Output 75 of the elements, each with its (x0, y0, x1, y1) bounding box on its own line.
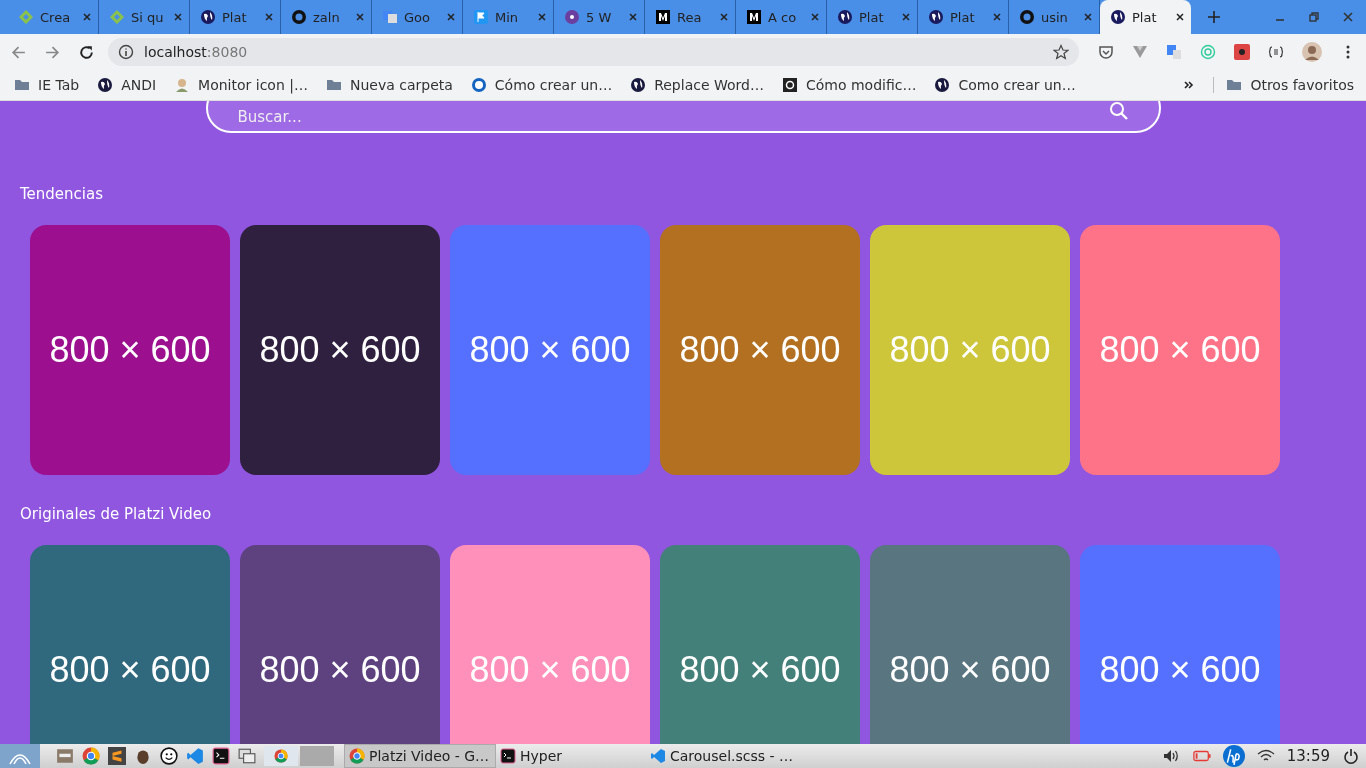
bookmark-link[interactable]: ANDI (97, 77, 157, 93)
bookmark-link[interactable]: Nueva carpeta (325, 77, 453, 93)
globe-icon (1110, 9, 1126, 25)
bookmark-link[interactable]: Monitor icon |… (174, 77, 308, 93)
bookmark-link[interactable]: Cómo crear un… (470, 77, 613, 93)
avatar-icon[interactable] (1302, 42, 1322, 62)
browser-tab[interactable]: Plat (1100, 0, 1191, 34)
bookmark-link[interactable]: Replace Word… (630, 77, 764, 93)
chrome-icon[interactable] (82, 747, 100, 765)
bookmark-link[interactable]: Como crear un… (934, 77, 1076, 93)
globe-icon (934, 77, 951, 93)
reload-icon[interactable] (78, 43, 95, 61)
terminal-icon (500, 748, 516, 764)
carousel-card[interactable]: 800 × 600 (870, 545, 1070, 744)
hp-logo-icon[interactable] (1222, 745, 1245, 767)
close-icon[interactable] (1175, 12, 1185, 22)
info-icon[interactable] (118, 44, 134, 60)
diamond-icon (18, 9, 34, 25)
carousel-card[interactable]: 800 × 600 (240, 545, 440, 744)
medium-icon (746, 9, 762, 25)
file-manager-icon[interactable] (56, 747, 74, 765)
carousel-card[interactable]: 800 × 600 (30, 545, 230, 744)
star-icon[interactable] (1053, 44, 1069, 60)
address-bar[interactable]: localhost:8080 (108, 38, 1079, 66)
flag-icon (473, 9, 489, 25)
chrome-icon[interactable] (274, 749, 288, 763)
vue-icon[interactable] (1132, 44, 1148, 60)
globe-icon (928, 9, 944, 25)
section-title: Originales de Platzi Video (20, 505, 212, 523)
folder-icon (14, 77, 30, 93)
search-icon[interactable] (1108, 101, 1129, 121)
bookmark-link[interactable]: IE Tab (14, 77, 80, 93)
section-title: Tendencias (20, 185, 104, 203)
folder-icon (325, 77, 342, 93)
globe-icon (200, 9, 216, 25)
globe-icon (837, 9, 853, 25)
url-text: localhost:8080 (144, 44, 249, 60)
diamond-icon (109, 9, 125, 25)
medium-icon (655, 9, 671, 25)
smiley-icon[interactable] (160, 747, 178, 765)
globe-icon (97, 77, 114, 93)
carousel-card[interactable]: 800 × 600 (1080, 225, 1280, 475)
taskbar-window-button[interactable]: Hyper (496, 745, 646, 767)
translate-icon (382, 9, 398, 25)
taskbar-window-button[interactable]: Platzi Video - G… (344, 744, 496, 768)
carousel-card[interactable]: 800 × 600 (450, 225, 650, 475)
carousel-card[interactable]: 800 × 600 (660, 225, 860, 475)
carousel-card[interactable]: 800 × 600 (240, 225, 440, 475)
restore-icon[interactable] (1308, 11, 1320, 23)
volume-icon[interactable] (1162, 748, 1181, 764)
carousel-card[interactable]: 800 × 600 (1080, 545, 1280, 744)
start-menu-icon[interactable] (0, 744, 40, 768)
folder-icon (1226, 77, 1243, 93)
bookmark-folder[interactable]: Otros favoritos (1213, 77, 1354, 93)
translate-icon[interactable] (1166, 44, 1182, 60)
terminal-icon[interactable] (212, 747, 230, 765)
pocket-icon[interactable] (1098, 44, 1114, 60)
clock[interactable]: 13:59 (1286, 747, 1330, 765)
carousel-card[interactable]: 800 × 600 (30, 225, 230, 475)
chrome-icon (349, 748, 365, 764)
taskbar-window-button[interactable]: Carousel.scss - … (646, 745, 796, 767)
power-icon[interactable] (1342, 748, 1360, 764)
sublime-icon[interactable] (108, 747, 126, 765)
vscode-icon[interactable] (186, 747, 204, 765)
vscode-icon (650, 748, 666, 764)
battery-icon[interactable] (1192, 748, 1211, 764)
new-tab-icon[interactable] (1207, 10, 1221, 24)
windows-icon[interactable] (238, 747, 256, 765)
globe-icon (630, 77, 647, 93)
carousel-card[interactable]: 800 × 600 (660, 545, 860, 744)
search-field[interactable]: Buscar... (205, 101, 1161, 133)
json-icon[interactable] (1268, 44, 1284, 60)
more-bookmarks-icon[interactable] (1183, 79, 1196, 91)
workspace-switcher[interactable] (264, 746, 334, 766)
bookmark-link[interactable]: Cómo modific… (781, 77, 917, 93)
